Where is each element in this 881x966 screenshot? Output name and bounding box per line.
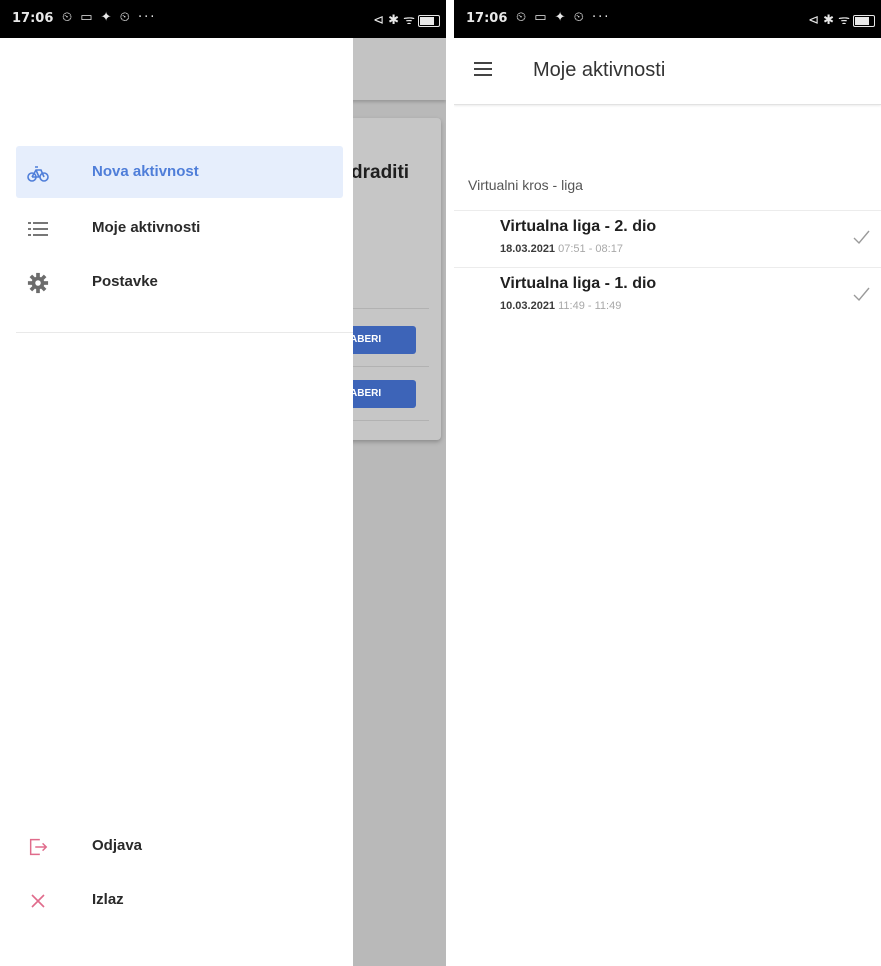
activity-name: Virtualna liga - 2. dio <box>500 218 657 235</box>
bicycle-icon <box>26 161 50 185</box>
drawer-item-label: Nova aktivnost <box>92 163 199 180</box>
screenshot-gap <box>446 0 454 966</box>
navigation-drawer: Nova aktivnost Moje aktivnosti Postavke … <box>0 38 353 966</box>
activity-time: 11:49 - 11:49 <box>558 300 622 312</box>
page-title: Moje aktivnosti <box>533 59 666 81</box>
status-system-icons: ⊲ ✱ ᯤ <box>373 10 440 28</box>
drawer-divider <box>16 332 353 333</box>
status-system-icons: ⊲ ✱ ᯤ <box>808 10 875 28</box>
check-icon <box>853 230 870 245</box>
drawer-item-postavke[interactable]: Postavke <box>16 256 343 308</box>
activity-list-item[interactable]: Virtualna liga - 2. dio 18.03.2021 07:51… <box>454 210 881 267</box>
activity-list-item[interactable]: Virtualna liga - 1. dio 10.03.2021 11:49… <box>454 267 881 324</box>
status-time: 17:06 <box>12 11 54 26</box>
drawer-item-odjava[interactable]: Odjava <box>16 820 343 872</box>
activity-date: 10.03.2021 <box>500 300 556 312</box>
activity-time: 07:51 - 08:17 <box>558 243 623 255</box>
status-bar: 17:06 ⏲ ▭ ✦ ⏲ ··· ⊲ ✱ ᯤ <box>454 0 881 38</box>
activity-date: 18.03.2021 <box>500 243 556 255</box>
signal-icons: ⊲ ✱ ᯤ <box>373 13 415 28</box>
drawer-item-label: Izlaz <box>92 891 124 908</box>
drawer-item-label: Moje aktivnosti <box>92 219 201 236</box>
signal-icons: ⊲ ✱ ᯤ <box>808 13 850 28</box>
check-icon <box>853 287 870 302</box>
logout-icon <box>26 835 50 859</box>
section-title: Virtualni kros - liga <box>468 177 583 193</box>
activity-name: Virtualna liga - 1. dio <box>500 275 657 292</box>
drawer-item-moje-aktivnosti[interactable]: Moje aktivnosti <box>16 202 343 254</box>
drawer-item-label: Postavke <box>92 273 158 290</box>
battery-icon <box>853 14 875 27</box>
drawer-item-izlaz[interactable]: Izlaz <box>16 874 343 926</box>
left-screenshot: 17:06 ⏲ ▭ ✦ ⏲ ··· ⊲ ✱ ᯤ draditi ABERI AB… <box>0 0 446 966</box>
status-notification-icons: ⏲ ▭ ✦ ⏲ ··· <box>516 10 611 25</box>
divider <box>340 308 429 309</box>
drawer-item-nova-aktivnost[interactable]: Nova aktivnost <box>16 146 343 198</box>
status-time: 17:06 <box>466 11 508 26</box>
list-icon <box>26 217 50 241</box>
right-screenshot: 17:06 ⏲ ▭ ✦ ⏲ ··· ⊲ ✱ ᯤ Moje aktivnosti … <box>454 0 881 966</box>
menu-icon[interactable] <box>474 62 492 77</box>
status-bar: 17:06 ⏲ ▭ ✦ ⏲ ··· ⊲ ✱ ᯤ <box>0 0 446 38</box>
gear-icon <box>26 271 50 295</box>
drawer-item-label: Odjava <box>92 837 143 854</box>
divider <box>340 366 429 367</box>
status-notification-icons: ⏲ ▭ ✦ ⏲ ··· <box>62 10 157 25</box>
close-icon <box>26 889 50 913</box>
background-card-title: draditi <box>351 162 410 183</box>
divider <box>340 420 429 421</box>
activity-meta: 10.03.2021 11:49 - 11:49 <box>500 300 621 312</box>
battery-icon <box>418 14 440 27</box>
app-bar: Moje aktivnosti <box>454 38 881 105</box>
activity-meta: 18.03.2021 07:51 - 08:17 <box>500 243 623 255</box>
